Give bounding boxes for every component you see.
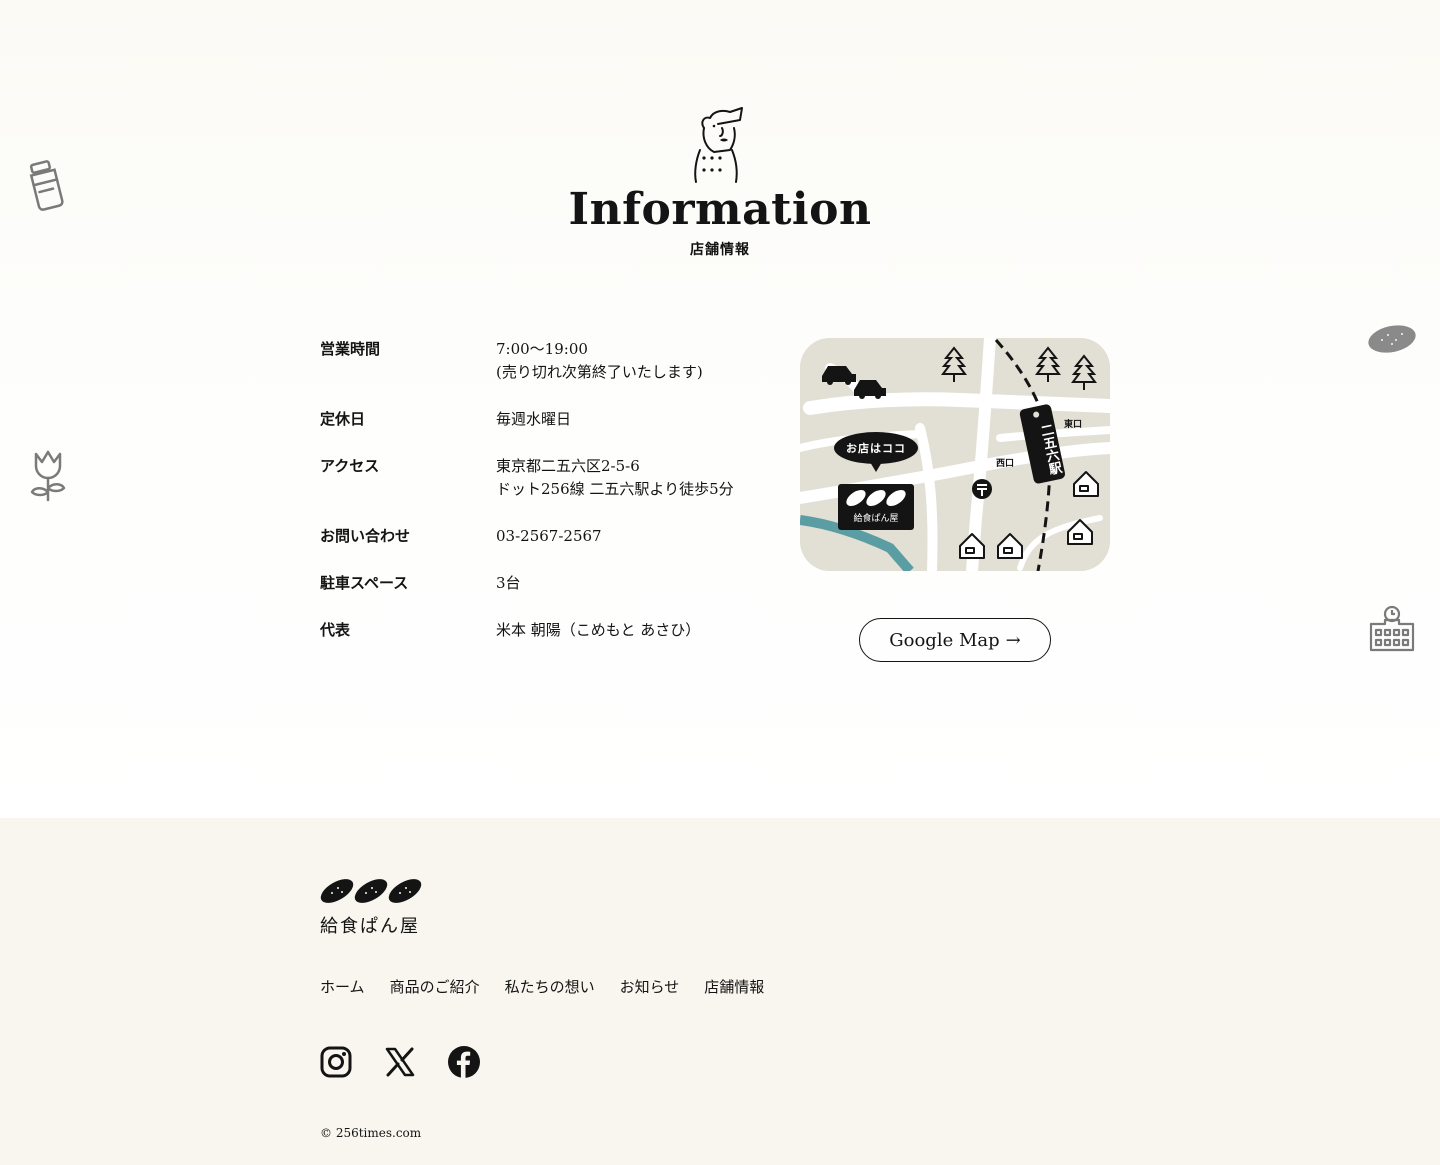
info-row-access: アクセス 東京都二五六区2-5-6 ドット256線 二五六駅より徒歩5分 xyxy=(320,455,760,501)
info-row-representative: 代表 米本 朝陽（こめもと あさひ） xyxy=(320,619,760,642)
footer-nav-home[interactable]: ホーム xyxy=(320,976,365,997)
info-row-parking: 駐車スペース 3台 xyxy=(320,572,760,595)
page-subtitle: 店舗情報 xyxy=(690,242,750,258)
illustrated-map: 二五六駅 東口 西口 お店はココ 給食ぱん屋 xyxy=(800,338,1110,571)
map-shop-sign: 給食ぱん屋 xyxy=(853,512,898,524)
store-info-list: 営業時間 7:00〜19:00 (売り切れ次第終了いたします) 定休日 毎週水曜… xyxy=(320,338,760,666)
facebook-icon[interactable] xyxy=(448,1046,480,1078)
baker-icon xyxy=(690,106,750,188)
info-label: 営業時間 xyxy=(320,340,381,358)
footer: 給食ぱん屋 ホーム 商品のご紹介 私たちの想い お知らせ 店舗情報 © 256t… xyxy=(0,818,1440,1165)
bread-logo-icon[interactable] xyxy=(320,874,422,912)
info-label: お問い合わせ xyxy=(320,527,411,545)
info-label: 代表 xyxy=(320,621,351,639)
info-row-holiday: 定休日 毎週水曜日 xyxy=(320,408,760,431)
arrow-right-icon: → xyxy=(1005,629,1021,651)
tulip-icon xyxy=(26,448,70,502)
footer-nav-products[interactable]: 商品のご紹介 xyxy=(390,976,480,997)
info-label: 駐車スペース xyxy=(320,574,409,592)
page-title: Information xyxy=(568,184,872,235)
instagram-icon[interactable] xyxy=(320,1046,352,1078)
copyright: © 256times.com xyxy=(320,1126,422,1140)
information-section: Information 店舗情報 営業時間 7:00〜19:00 (売り切れ次第… xyxy=(0,0,1440,818)
west-exit-label: 西口 xyxy=(996,458,1014,469)
info-value[interactable]: 03-2567-2567 xyxy=(496,525,602,548)
info-row-contact: お問い合わせ 03-2567-2567 xyxy=(320,525,760,548)
school-icon xyxy=(1368,604,1416,652)
footer-nav: ホーム 商品のご紹介 私たちの想い お知らせ 店舗情報 xyxy=(320,976,764,997)
footer-nav-store-info[interactable]: 店舗情報 xyxy=(704,976,764,997)
info-label: 定休日 xyxy=(320,410,366,428)
info-value: 米本 朝陽（こめもと あさひ） xyxy=(496,621,701,639)
info-value: 3台 xyxy=(496,574,521,592)
info-value: 7:00〜19:00 (売り切れ次第終了いたします) xyxy=(496,340,703,381)
x-icon[interactable] xyxy=(384,1046,416,1078)
footer-nav-about[interactable]: 私たちの想い xyxy=(505,976,595,997)
info-value: 東京都二五六区2-5-6 ドット256線 二五六駅より徒歩5分 xyxy=(496,457,734,498)
social-links xyxy=(320,1046,480,1078)
google-map-button[interactable]: Google Map → xyxy=(859,618,1051,662)
bread-icon xyxy=(1366,320,1418,358)
info-label: アクセス xyxy=(320,457,380,475)
footer-logo-text[interactable]: 給食ぱん屋 xyxy=(320,912,420,938)
google-map-button-label: Google Map xyxy=(889,629,1000,651)
map-bubble-text: お店はココ xyxy=(846,441,906,455)
footer-nav-news[interactable]: お知らせ xyxy=(620,976,680,997)
east-exit-label: 東口 xyxy=(1064,418,1082,430)
info-row-hours: 営業時間 7:00〜19:00 (売り切れ次第終了いたします) xyxy=(320,338,760,384)
info-value: 毎週水曜日 xyxy=(496,410,572,428)
